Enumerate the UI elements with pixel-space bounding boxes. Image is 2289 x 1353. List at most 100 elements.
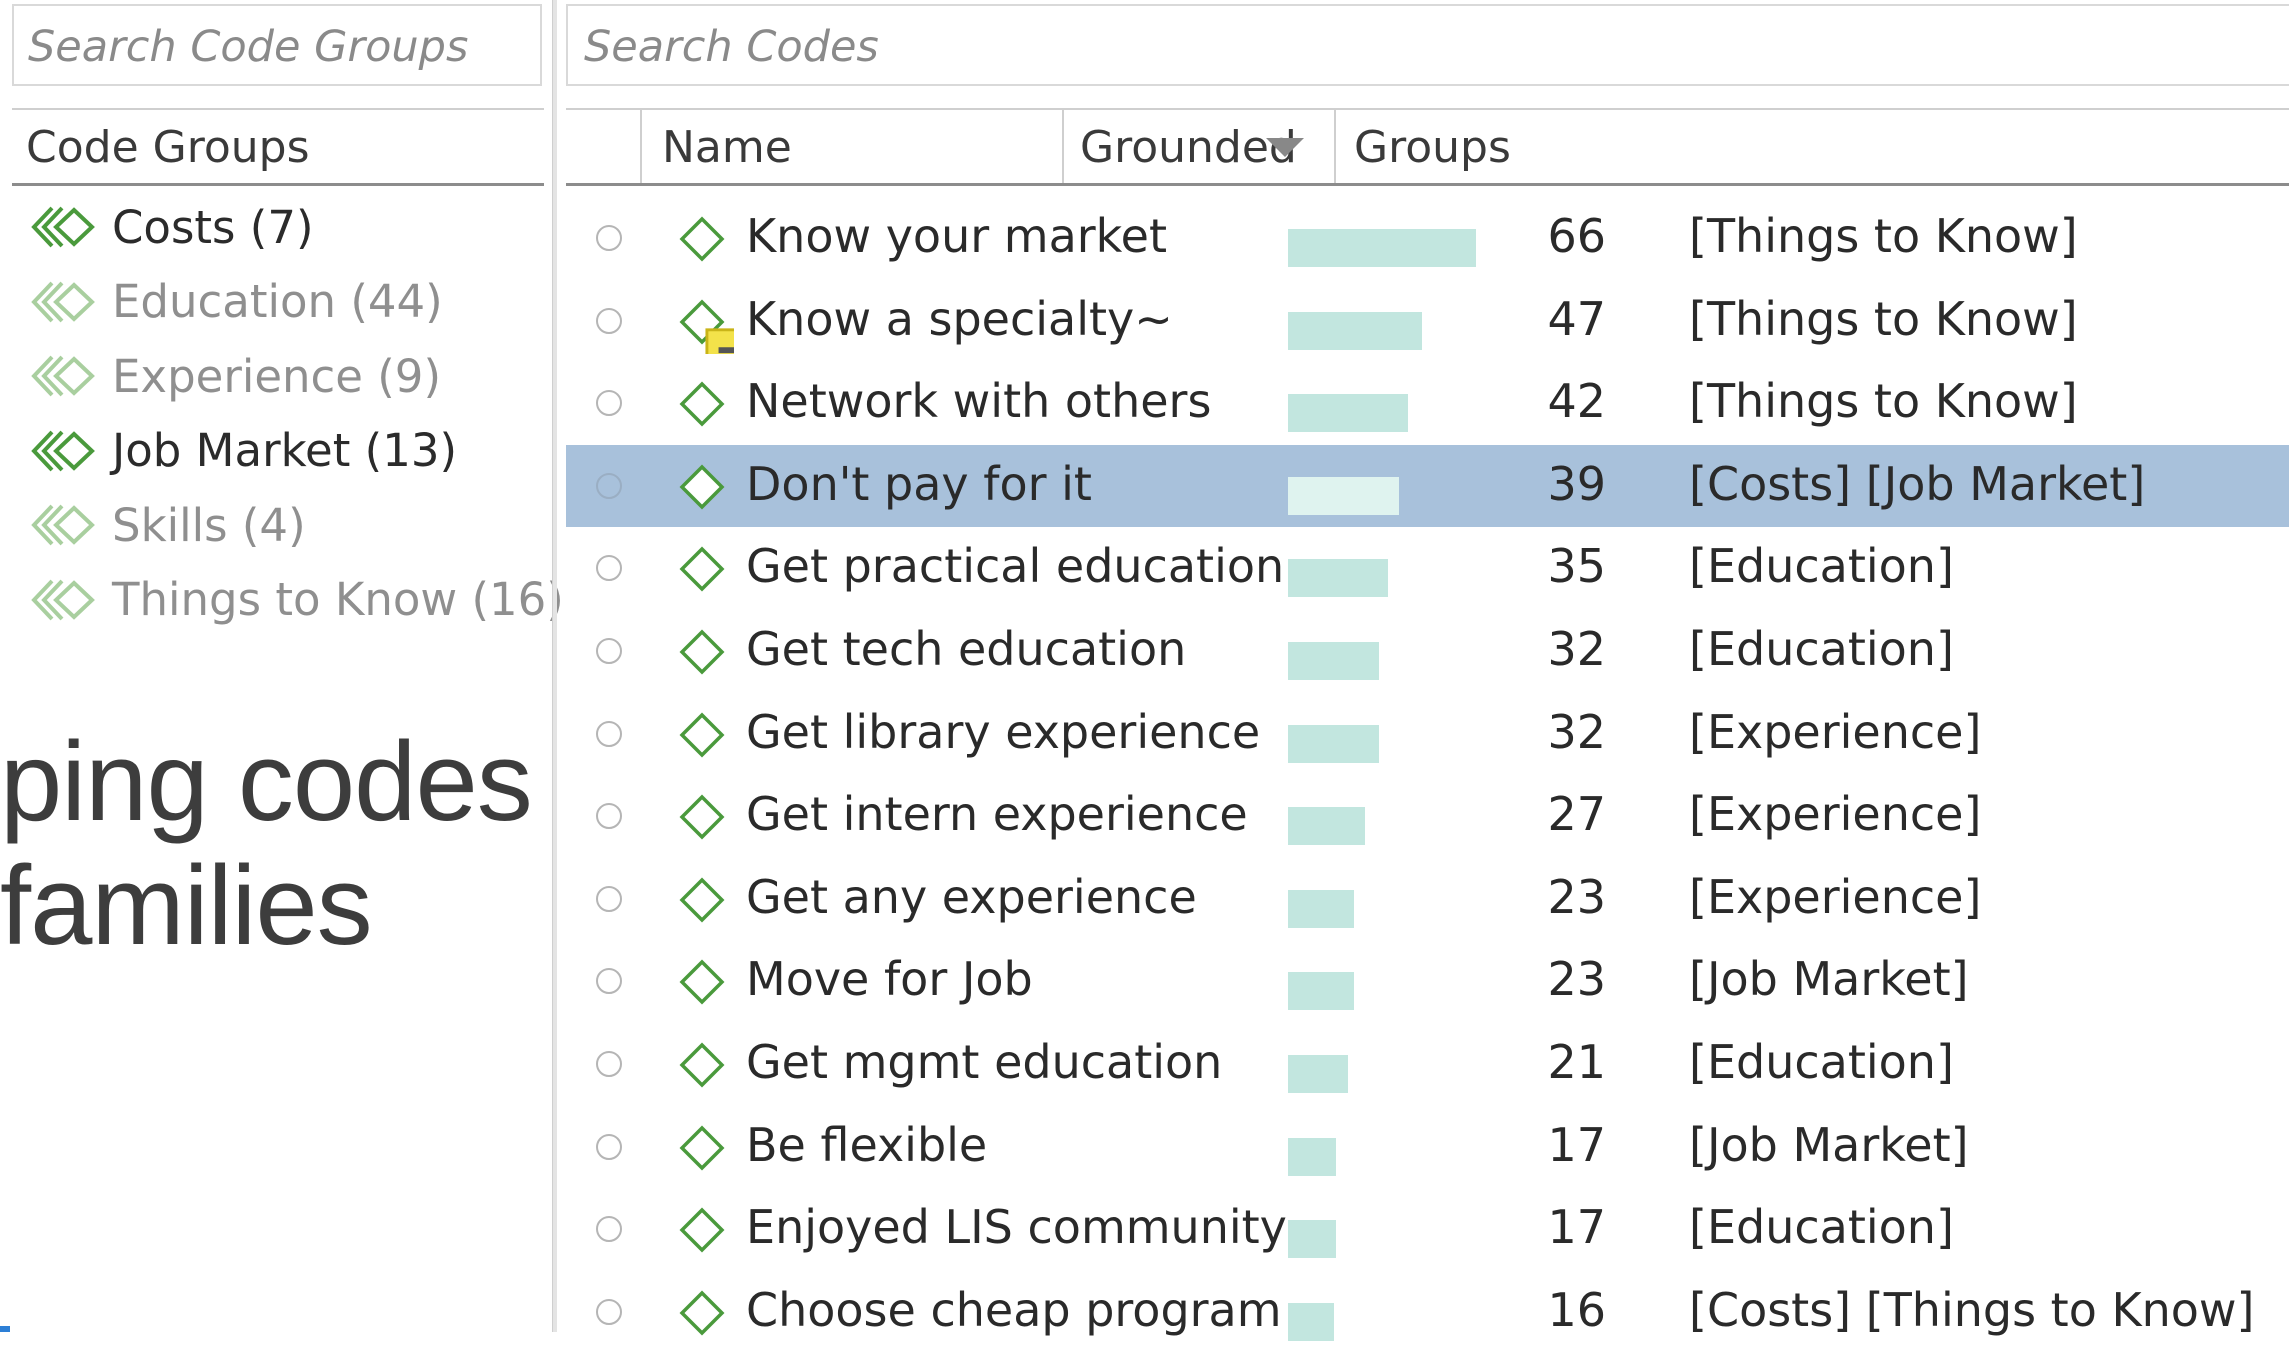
code-name: Get tech education xyxy=(746,621,1187,676)
code-name: Get library experience xyxy=(746,704,1261,759)
code-groups-cell: [Education] xyxy=(1689,1200,1954,1255)
code-icon xyxy=(670,1116,734,1180)
code-group-icon xyxy=(30,277,100,327)
panel-splitter[interactable] xyxy=(552,0,557,1332)
code-row[interactable]: Network with others 42 [Things to Know] xyxy=(566,362,2289,445)
codes-table-header: Name Grounded Groups xyxy=(566,108,2289,186)
row-select-radio[interactable] xyxy=(596,803,622,830)
row-select-radio[interactable] xyxy=(596,720,622,747)
code-row[interactable]: Get intern experience 27 [Experience] xyxy=(566,775,2289,858)
code-row[interactable]: Get library experience 32 [Experience] xyxy=(566,693,2289,776)
row-select-radio[interactable] xyxy=(596,1133,622,1160)
code-row[interactable]: Get tech education 32 [Education] xyxy=(566,610,2289,693)
code-row[interactable]: Get any experience 23 [Experience] xyxy=(566,858,2289,941)
code-icon xyxy=(670,455,734,519)
code-row[interactable]: Know your market 66 [Things to Know] xyxy=(566,197,2289,280)
code-group-label: Experience (9) xyxy=(112,349,441,403)
grounded-bar xyxy=(1288,311,1422,350)
code-group-item[interactable]: Skills (4) xyxy=(30,488,564,563)
code-name: Don't pay for it xyxy=(746,456,1092,511)
row-select-radio[interactable] xyxy=(596,885,622,912)
name-column-header[interactable]: Name xyxy=(642,110,1064,183)
code-row[interactable]: Choose cheap program 16 [Costs] [Things to… xyxy=(566,1271,2289,1353)
code-groups-panel: Search Code Groups Code Groups Costs (7)… xyxy=(0,0,564,1332)
slide-title-line-1: ping codes xyxy=(0,719,533,844)
grounded-bar xyxy=(1288,476,1399,515)
row-select-radio[interactable] xyxy=(596,637,622,664)
row-select-radio[interactable] xyxy=(596,1050,622,1077)
grounded-bar xyxy=(1288,394,1408,433)
code-group-icon xyxy=(30,351,100,401)
grounded-count: 32 xyxy=(1547,704,1606,759)
grounded-bar xyxy=(1288,641,1379,680)
groups-column-header[interactable]: Groups xyxy=(1336,110,2289,183)
grounded-column-header[interactable]: Grounded xyxy=(1064,110,1336,183)
code-group-item[interactable]: Job Market (13) xyxy=(30,414,564,489)
row-select-radio[interactable] xyxy=(596,968,622,995)
code-icon xyxy=(670,1281,734,1345)
code-group-label: Things to Know (16) xyxy=(112,573,564,627)
row-select-radio[interactable] xyxy=(596,307,622,334)
code-with-memo-icon xyxy=(670,290,734,354)
row-select-radio[interactable] xyxy=(596,225,622,251)
code-row[interactable]: Don't pay for it 39 [Costs] [Job Market] xyxy=(566,444,2289,528)
code-group-icon xyxy=(30,575,100,625)
slide-title-line-2: families xyxy=(0,843,373,968)
grounded-count: 42 xyxy=(1547,374,1606,429)
codes-table-body: Know your market 66 [Things to Know] Know a… xyxy=(566,197,2289,1353)
code-group-item[interactable]: Costs (7) xyxy=(30,190,564,265)
row-select-radio[interactable] xyxy=(596,555,622,582)
code-name: Know your market xyxy=(746,209,1168,263)
code-name: Get intern experience xyxy=(746,787,1248,842)
grounded-bar xyxy=(1288,724,1379,763)
grounded-count: 66 xyxy=(1547,209,1606,263)
code-group-item[interactable]: Education (44) xyxy=(30,265,564,340)
row-select-radio[interactable] xyxy=(596,472,622,499)
code-row[interactable]: Know a specialty~ 47 [Things to Know] xyxy=(566,280,2289,363)
code-name: Know a specialty~ xyxy=(746,291,1173,346)
code-group-label: Costs (7) xyxy=(112,200,314,254)
code-icon xyxy=(670,207,734,271)
code-row[interactable]: Move for Job 23 [Job Market] xyxy=(566,940,2289,1023)
row-select-radio[interactable] xyxy=(596,1298,622,1325)
code-row[interactable]: Be flexible 17 [Job Market] xyxy=(566,1106,2289,1189)
grounded-count: 27 xyxy=(1547,787,1606,842)
code-groups-column-header[interactable]: Code Groups xyxy=(12,108,544,186)
code-groups-cell: [Experience] xyxy=(1689,704,1982,759)
grounded-count: 35 xyxy=(1547,539,1606,594)
row-select-radio[interactable] xyxy=(596,390,622,417)
search-code-groups-input[interactable]: Search Code Groups xyxy=(12,4,542,86)
code-groups-cell: [Job Market] xyxy=(1689,952,1969,1007)
grounded-count: 17 xyxy=(1547,1200,1606,1255)
select-column-header[interactable] xyxy=(566,110,642,183)
code-groups-cell: [Things to Know] xyxy=(1689,209,2078,263)
grounded-count: 32 xyxy=(1547,621,1606,676)
code-groups-cell: [Education] xyxy=(1689,1034,1954,1089)
grounded-count: 23 xyxy=(1547,952,1606,1007)
code-row[interactable]: Get mgmt education 21 [Education] xyxy=(566,1023,2289,1106)
code-name: Choose cheap program xyxy=(746,1282,1282,1337)
code-group-item[interactable]: Experience (9) xyxy=(30,339,564,414)
code-groups-cell: [Things to Know] xyxy=(1689,374,2078,429)
grounded-bar xyxy=(1288,1137,1336,1176)
code-row[interactable]: Enjoyed LIS community 17 [Education] xyxy=(566,1188,2289,1271)
code-groups-cell: [Costs] [Things to Know] xyxy=(1689,1282,2255,1337)
code-group-item[interactable]: Things to Know (16) xyxy=(30,563,564,638)
grounded-bar xyxy=(1288,1054,1348,1093)
slide-edge-mark xyxy=(0,1326,10,1332)
slide-title-fragment: ping codes families xyxy=(0,719,533,968)
code-groups-cell: [Job Market] xyxy=(1689,1117,1969,1172)
code-row[interactable]: Get practical education 35 [Education] xyxy=(566,527,2289,610)
grounded-count: 47 xyxy=(1547,291,1606,346)
grounded-count: 16 xyxy=(1547,1282,1606,1337)
code-name: Be flexible xyxy=(746,1117,988,1172)
code-group-icon xyxy=(30,500,100,550)
grounded-bar xyxy=(1288,972,1354,1011)
sort-descending-icon[interactable] xyxy=(1266,138,1304,157)
code-icon xyxy=(670,1198,734,1262)
code-group-label: Job Market (13) xyxy=(112,424,458,478)
code-name: Move for Job xyxy=(746,952,1033,1007)
search-codes-input[interactable]: Search Codes xyxy=(566,4,2289,86)
code-group-icon xyxy=(30,202,100,252)
row-select-radio[interactable] xyxy=(596,1216,622,1243)
